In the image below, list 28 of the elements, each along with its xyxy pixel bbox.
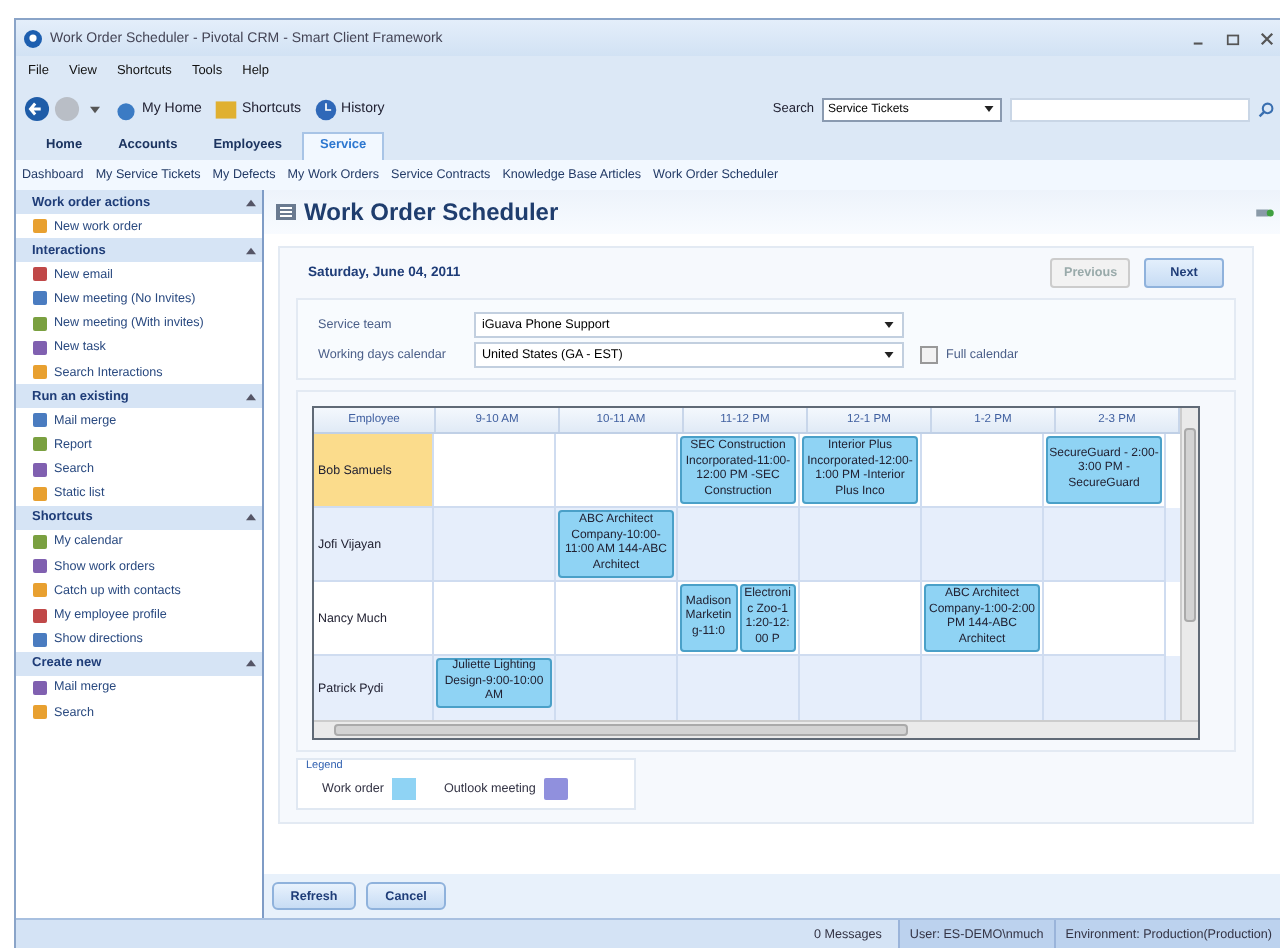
- collapse-icon[interactable]: [246, 245, 256, 256]
- schedule-cell[interactable]: [800, 508, 922, 582]
- collapse-icon[interactable]: [246, 512, 256, 523]
- vertical-scrollbar[interactable]: [1180, 408, 1198, 720]
- maximize-icon[interactable]: [1226, 31, 1240, 45]
- search-icon[interactable]: [1258, 101, 1274, 117]
- schedule-cell[interactable]: [922, 508, 1044, 582]
- schedule-cell[interactable]: [1044, 508, 1166, 582]
- full-calendar-checkbox[interactable]: [920, 345, 938, 363]
- back-icon[interactable]: [24, 96, 50, 122]
- horizontal-scrollbar[interactable]: [314, 720, 1198, 738]
- dropdown-arrow-icon: [884, 321, 894, 327]
- scheduler-icon: [276, 202, 296, 222]
- pin-icon[interactable]: [1256, 205, 1274, 219]
- collapse-icon[interactable]: [246, 197, 256, 207]
- caret-icon[interactable]: [90, 105, 100, 113]
- page-title: Work Order Scheduler: [304, 198, 559, 226]
- close-icon[interactable]: [1260, 31, 1274, 45]
- dropdown-arrow-icon: [884, 351, 894, 357]
- clock-icon: [313, 97, 338, 121]
- collapse-icon[interactable]: [246, 391, 256, 402]
- schedule-cell[interactable]: [434, 508, 556, 582]
- dropdown-arrow-icon: [984, 106, 994, 112]
- collapse-icon[interactable]: [246, 658, 256, 669]
- item-icon: [32, 218, 48, 235]
- app-logo-icon: [24, 29, 42, 47]
- schedule-cell[interactable]: [678, 508, 800, 582]
- search-field[interactable]: [1010, 97, 1250, 121]
